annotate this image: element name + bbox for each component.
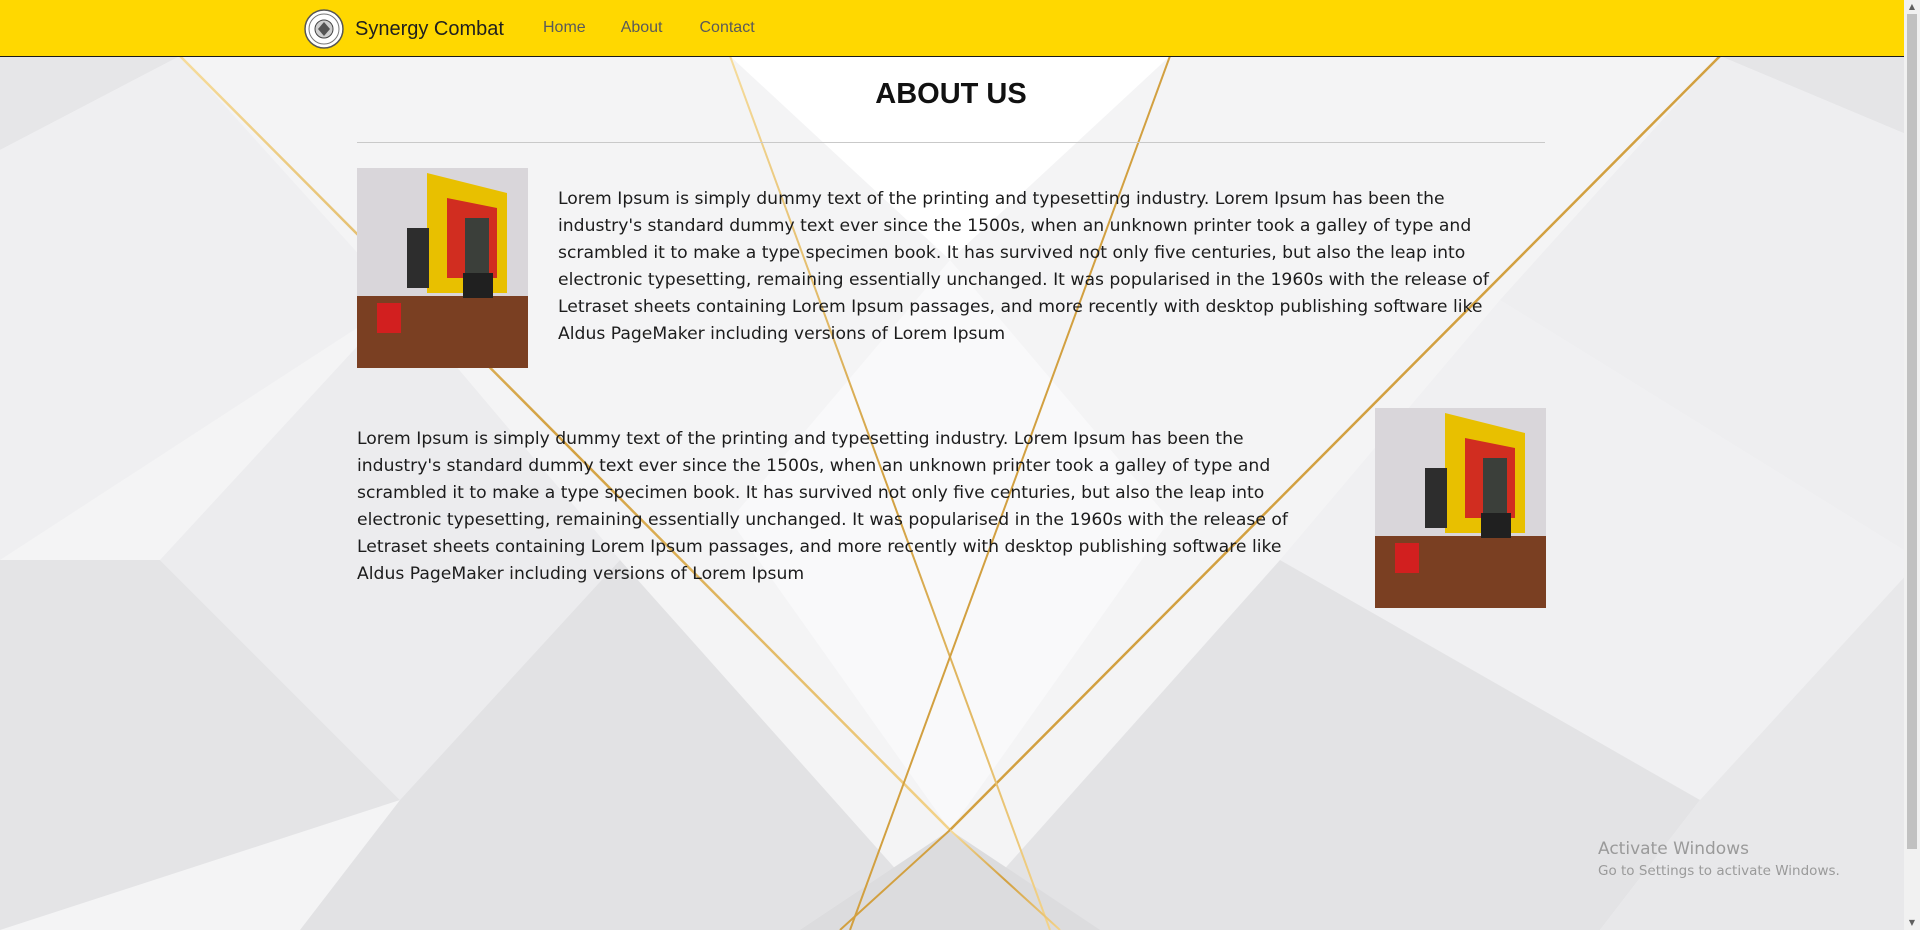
page-title: ABOUT US <box>875 78 1027 110</box>
watermark-title: Activate Windows <box>1598 839 1749 859</box>
vertical-scrollbar[interactable]: ▲ ▼ <box>1904 0 1920 930</box>
scroll-thumb[interactable] <box>1907 14 1917 849</box>
windows-activation-watermark: Activate Windows Go to Settings to activ… <box>1598 837 1840 881</box>
brand-link[interactable]: Synergy Combat <box>304 9 504 49</box>
title-divider <box>357 142 1545 143</box>
top-navbar: Synergy Combat Home About Contact <box>0 0 1904 57</box>
about-paragraph-2: Lorem Ipsum is simply dummy text of the … <box>357 429 1288 584</box>
scroll-up-arrow-icon[interactable]: ▲ <box>1904 0 1920 14</box>
nav-link-contact[interactable]: Contact <box>700 17 755 39</box>
training-photo-1 <box>357 168 528 368</box>
nav-link-home[interactable]: Home <box>543 17 586 39</box>
watermark-subtitle: Go to Settings to activate Windows. <box>1598 863 1840 879</box>
about-paragraph-1: Lorem Ipsum is simply dummy text of the … <box>558 189 1489 344</box>
training-photo-2 <box>1375 408 1546 608</box>
nav-links: Home About Contact <box>543 17 790 39</box>
brand-name: Synergy Combat <box>355 17 504 40</box>
scroll-down-arrow-icon[interactable]: ▼ <box>1904 916 1920 930</box>
nav-link-about[interactable]: About <box>621 17 663 39</box>
brand-logo-icon <box>304 9 344 49</box>
